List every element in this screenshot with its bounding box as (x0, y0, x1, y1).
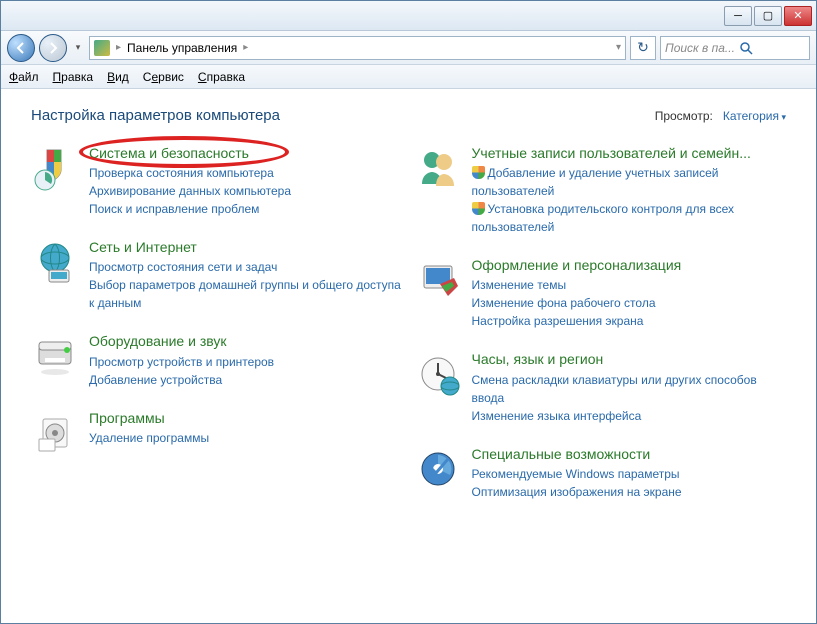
history-dropdown[interactable]: ▾ (71, 39, 85, 57)
menu-bar: Файл Правка Вид Сервис Справка (1, 65, 816, 89)
titlebar: ─ ▢ ✕ (1, 1, 816, 31)
refresh-button[interactable]: ↻ (630, 36, 656, 60)
address-dropdown-icon[interactable]: ▾ (616, 42, 621, 53)
category-link[interactable]: Выбор параметров домашней группы и общег… (89, 276, 404, 312)
category-body: Оборудование и звук Просмотр устройств и … (89, 332, 404, 388)
category-item: Программы Удаление программы (31, 409, 404, 457)
category-links: Рекомендуемые Windows параметрыОптимизац… (472, 465, 787, 501)
minimize-button[interactable]: ─ (724, 6, 752, 26)
back-button[interactable] (7, 34, 35, 62)
category-title[interactable]: Специальные возможности (472, 445, 787, 463)
arrow-left-icon (14, 41, 28, 55)
menu-file[interactable]: Файл (9, 70, 39, 84)
category-body: Оформление и персонализация Изменение тем… (472, 256, 787, 330)
category-link[interactable]: Проверка состояния компьютера (89, 164, 404, 182)
categories-columns: Система и безопасность Проверка состояния… (31, 144, 786, 501)
category-link[interactable]: Просмотр устройств и принтеров (89, 353, 404, 371)
category-links: Удаление программы (89, 429, 404, 447)
category-link[interactable]: Добавление и удаление учетных записей по… (472, 164, 787, 200)
category-links: Изменение темыИзменение фона рабочего ст… (472, 276, 787, 330)
breadcrumb-sep-icon: ▸ (116, 42, 121, 53)
menu-tools[interactable]: Сервис (143, 70, 184, 84)
category-links: Добавление и удаление учетных записей по… (472, 164, 787, 236)
category-item: Учетные записи пользователей и семейн...… (414, 144, 787, 236)
category-item: Часы, язык и регион Смена раскладки клави… (414, 350, 787, 424)
menu-view[interactable]: Вид (107, 70, 129, 84)
arrow-right-icon (46, 41, 60, 55)
category-link[interactable]: Добавление устройства (89, 371, 404, 389)
category-title[interactable]: Система и безопасность (89, 144, 404, 162)
category-title[interactable]: Оформление и персонализация (472, 256, 787, 274)
address-bar[interactable]: ▸ Панель управления ▸ ▾ (89, 36, 626, 60)
category-link[interactable]: Изменение языка интерфейса (472, 407, 787, 425)
category-link[interactable]: Удаление программы (89, 429, 404, 447)
category-body: Программы Удаление программы (89, 409, 404, 457)
category-link[interactable]: Изменение фона рабочего стола (472, 294, 787, 312)
search-input[interactable]: Поиск в па... (660, 36, 810, 60)
category-icon (31, 238, 79, 286)
category-icon (31, 409, 79, 457)
breadcrumb-root[interactable]: Панель управления (127, 41, 237, 55)
category-icon (414, 256, 462, 304)
menu-help[interactable]: Справка (198, 70, 245, 84)
category-link[interactable]: Архивирование данных компьютера (89, 182, 404, 200)
navigation-bar: ▾ ▸ Панель управления ▸ ▾ ↻ Поиск в па..… (1, 31, 816, 65)
column-left: Система и безопасность Проверка состояния… (31, 144, 404, 501)
category-body: Система и безопасность Проверка состояния… (89, 144, 404, 218)
view-by-dropdown[interactable]: Категория (723, 109, 786, 123)
category-links: Проверка состояния компьютераАрхивирован… (89, 164, 404, 218)
view-by: Просмотр: Категория (655, 109, 786, 123)
category-link[interactable]: Рекомендуемые Windows параметры (472, 465, 787, 483)
search-icon (739, 41, 753, 55)
category-title[interactable]: Учетные записи пользователей и семейн... (472, 144, 787, 162)
category-link[interactable]: Поиск и исправление проблем (89, 200, 404, 218)
category-link[interactable]: Установка родительского контроля для все… (472, 200, 787, 236)
category-links: Просмотр состояния сети и задачВыбор пар… (89, 258, 404, 312)
category-item: Сеть и Интернет Просмотр состояния сети и… (31, 238, 404, 312)
category-item: Специальные возможности Рекомендуемые Win… (414, 445, 787, 501)
category-body: Специальные возможности Рекомендуемые Win… (472, 445, 787, 501)
category-link[interactable]: Изменение темы (472, 276, 787, 294)
category-links: Смена раскладки клавиатуры или других сп… (472, 371, 787, 425)
category-icon (414, 350, 462, 398)
category-link[interactable]: Просмотр состояния сети и задач (89, 258, 404, 276)
category-item: Оформление и персонализация Изменение тем… (414, 256, 787, 330)
category-title[interactable]: Сеть и Интернет (89, 238, 404, 256)
category-body: Сеть и Интернет Просмотр состояния сети и… (89, 238, 404, 312)
category-link[interactable]: Смена раскладки клавиатуры или других сп… (472, 371, 787, 407)
column-right: Учетные записи пользователей и семейн...… (414, 144, 787, 501)
category-icon (31, 144, 79, 192)
category-links: Просмотр устройств и принтеровДобавление… (89, 353, 404, 389)
category-item: Система и безопасность Проверка состояния… (31, 144, 404, 218)
content-area: Настройка параметров компьютера Просмотр… (1, 89, 816, 623)
breadcrumb-sep-icon: ▸ (243, 42, 248, 53)
menu-edit[interactable]: Правка (53, 70, 94, 84)
category-icon (414, 144, 462, 192)
close-button[interactable]: ✕ (784, 6, 812, 26)
category-icon (414, 445, 462, 493)
category-title[interactable]: Программы (89, 409, 404, 427)
category-link[interactable]: Оптимизация изображения на экране (472, 483, 787, 501)
page-title: Настройка параметров компьютера (31, 107, 280, 124)
control-panel-icon (94, 40, 110, 56)
category-item: Оборудование и звук Просмотр устройств и … (31, 332, 404, 388)
category-title[interactable]: Часы, язык и регион (472, 350, 787, 368)
category-icon (31, 332, 79, 380)
category-title[interactable]: Оборудование и звук (89, 332, 404, 350)
heading-row: Настройка параметров компьютера Просмотр… (31, 107, 786, 124)
forward-button[interactable] (39, 34, 67, 62)
maximize-button[interactable]: ▢ (754, 6, 782, 26)
category-body: Учетные записи пользователей и семейн...… (472, 144, 787, 236)
view-by-label: Просмотр: (655, 109, 713, 123)
control-panel-window: ─ ▢ ✕ ▾ ▸ Панель управления ▸ ▾ ↻ Поиск … (0, 0, 817, 624)
category-body: Часы, язык и регион Смена раскладки клави… (472, 350, 787, 424)
search-placeholder: Поиск в па... (665, 41, 735, 55)
category-link[interactable]: Настройка разрешения экрана (472, 312, 787, 330)
